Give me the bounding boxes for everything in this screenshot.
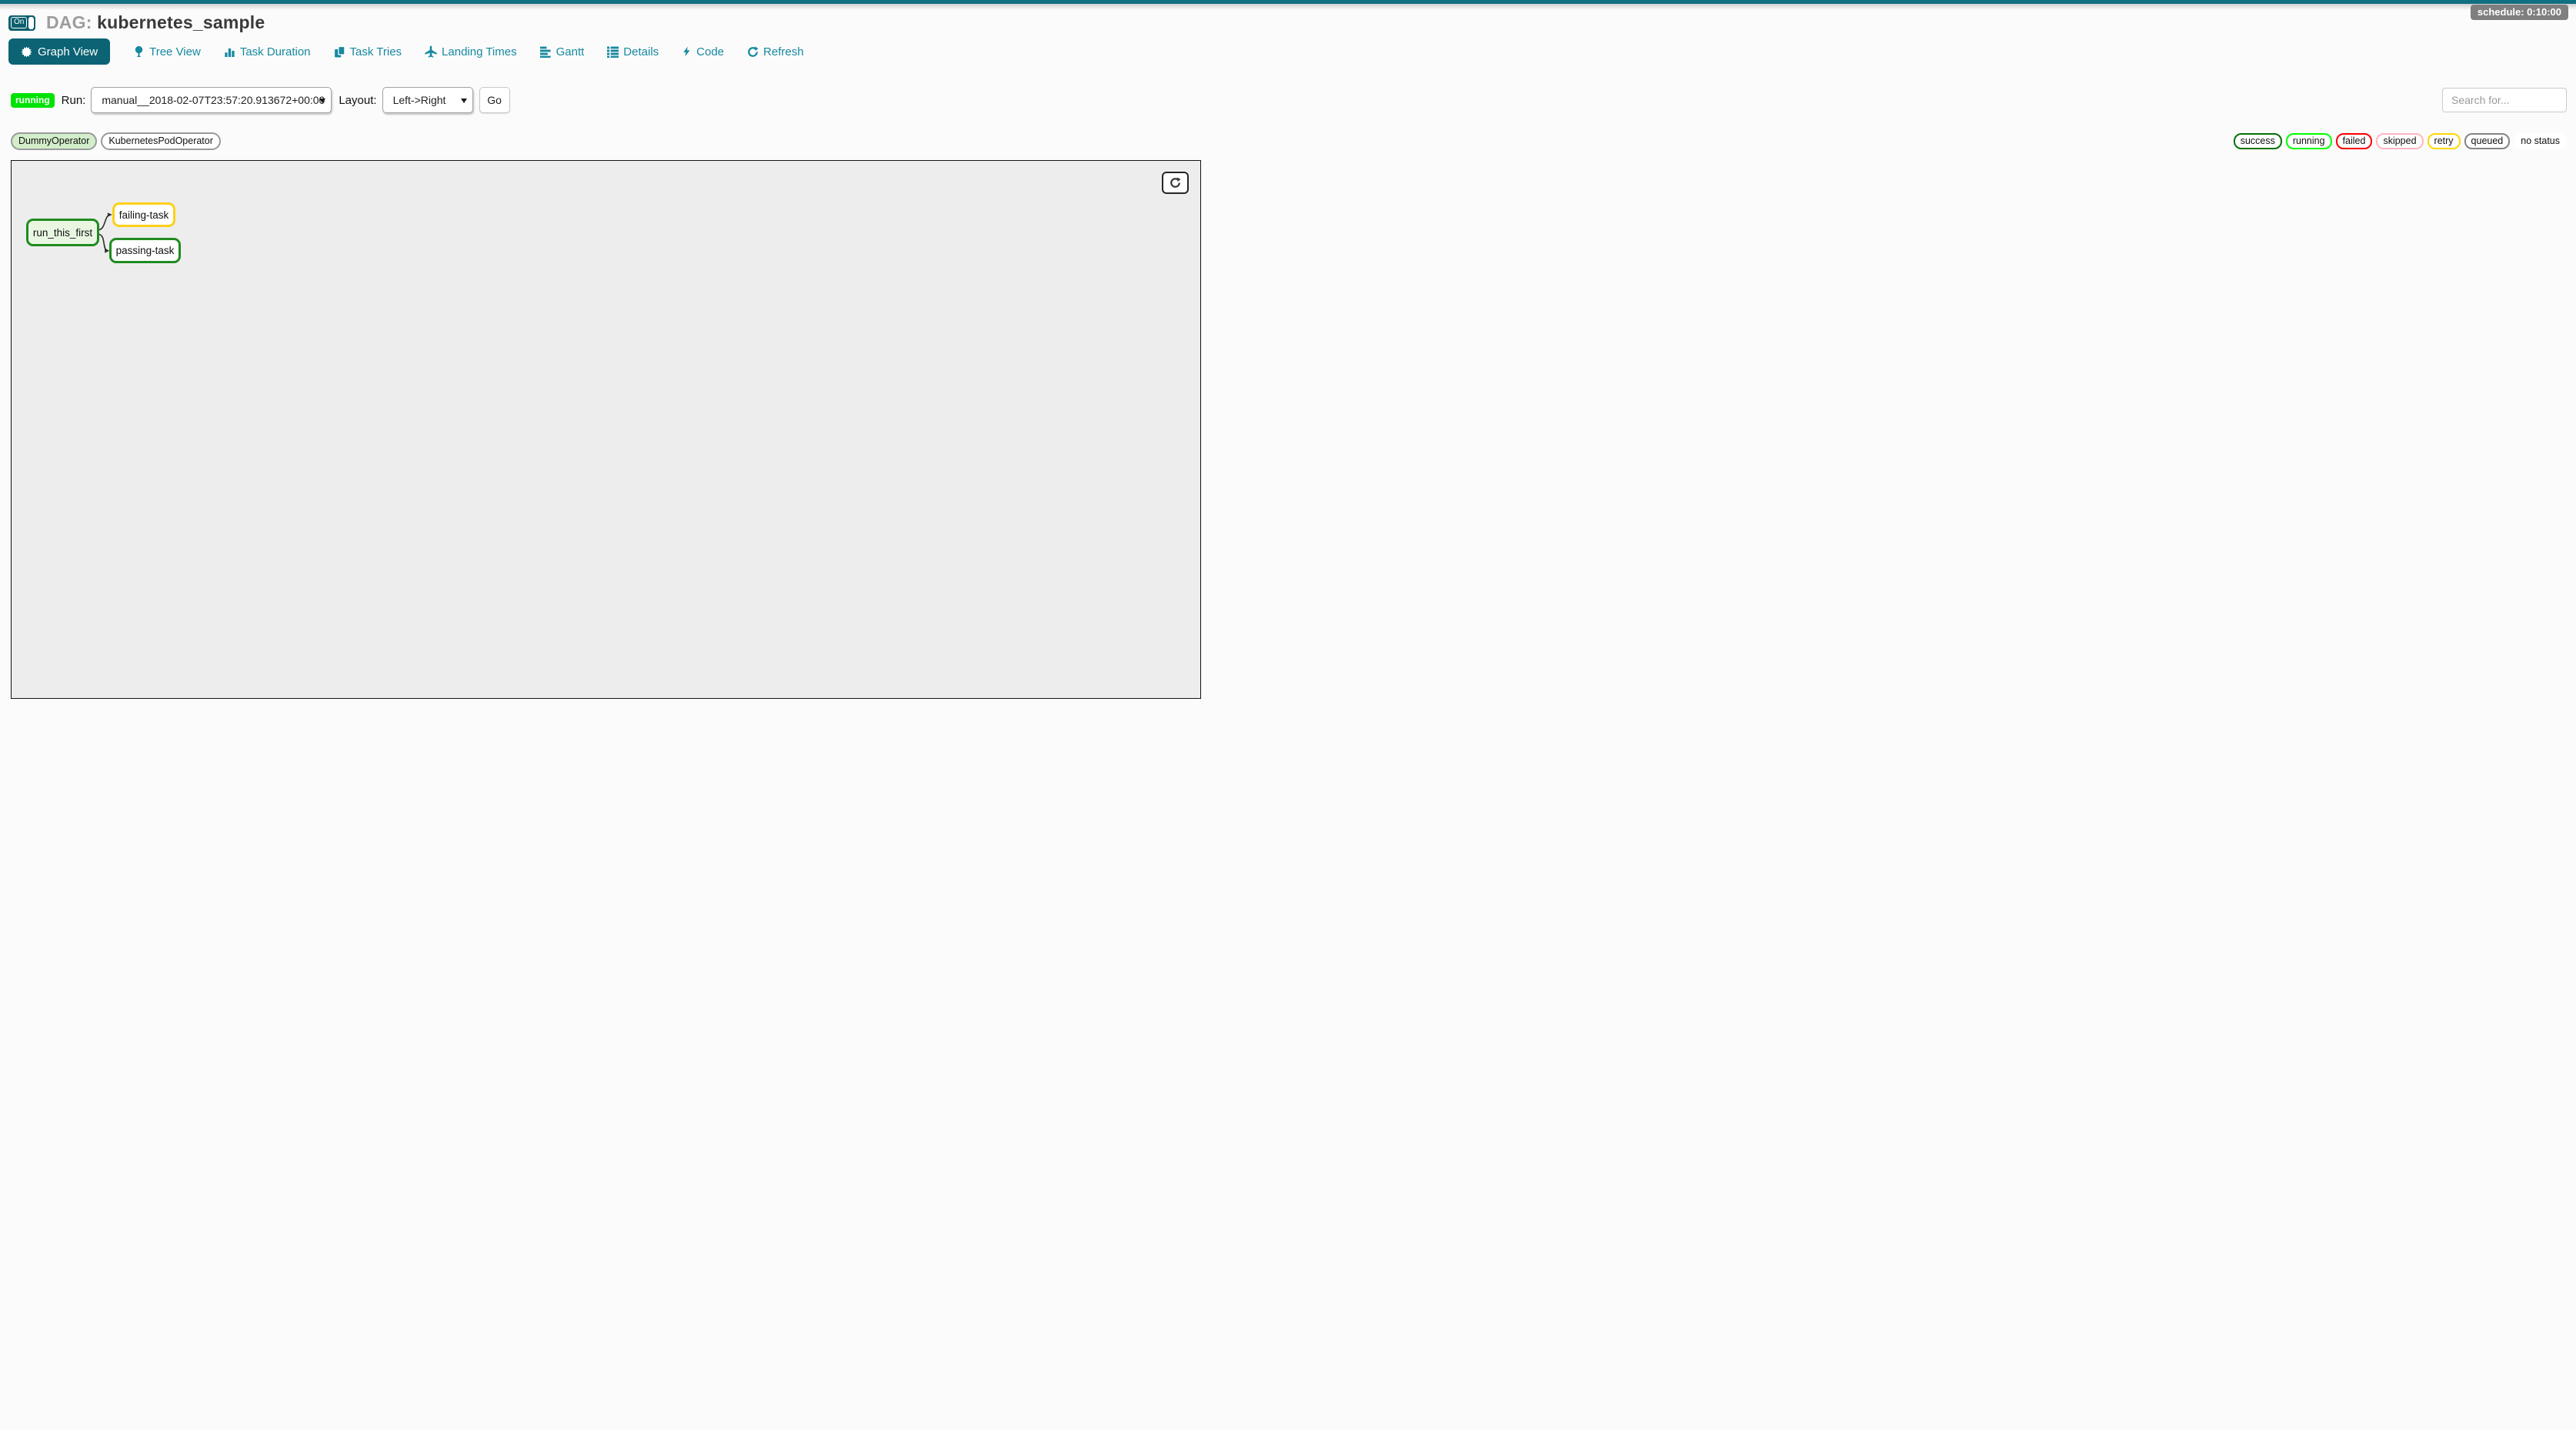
tab-refresh[interactable]: Refresh [747, 45, 804, 58]
tab-label: Refresh [763, 45, 804, 58]
bar-chart-icon [224, 46, 235, 58]
layout-select[interactable]: Left->Right [382, 87, 473, 113]
edge-arrowhead [108, 212, 112, 216]
tab-label: Task Tries [350, 45, 402, 58]
tab-tree-view[interactable]: Tree View [133, 45, 201, 58]
top-bar-shadow [0, 4, 2576, 10]
dag-state-badge: running [11, 93, 55, 108]
status-legend: success running failed skipped retry que… [2234, 133, 2567, 149]
tab-label: Landing Times [442, 45, 517, 58]
tab-label: Code [696, 45, 724, 58]
status-badge-no-status: no status [2514, 133, 2567, 149]
tab-landing-times[interactable]: Landing Times [425, 45, 517, 58]
dag-graph-canvas[interactable]: run_this_first failing-task passing-task [11, 160, 1201, 699]
graph-refresh-button[interactable] [1162, 172, 1189, 194]
tab-gantt[interactable]: Gantt [540, 45, 585, 58]
schedule-badge: schedule: 0:10:00 [2471, 5, 2568, 20]
align-left-icon [540, 46, 552, 58]
status-badge-queued: queued [2464, 133, 2511, 149]
task-node-passing-task[interactable]: passing-task [109, 238, 181, 263]
edge-run-this-first-to-failing-task [99, 215, 109, 229]
run-controls: running Run: manual__2018-02-07T23:57:20… [11, 87, 2567, 113]
toggle-on-label: On [11, 17, 27, 28]
dag-on-off-toggle[interactable]: On [8, 15, 35, 31]
plane-icon [425, 45, 437, 58]
dag-header: On DAG: kubernetes_sample [8, 12, 265, 33]
task-node-run-this-first[interactable]: run_this_first [26, 219, 99, 246]
sunburst-icon [21, 46, 32, 58]
dag-edges [12, 161, 1200, 698]
tab-label: Graph View [38, 45, 98, 58]
search-input[interactable] [2442, 88, 2567, 112]
status-badge-running: running [2286, 133, 2332, 149]
edge-run-this-first-to-passing-task [99, 235, 107, 251]
operator-legend: DummyOperator KubernetesPodOperator [11, 132, 221, 150]
list-icon [607, 46, 619, 58]
tab-task-tries[interactable]: Task Tries [334, 45, 402, 58]
run-select-value: manual__2018-02-07T23:57:20.913672+00:00 [102, 94, 325, 106]
task-node-failing-task[interactable]: failing-task [112, 202, 175, 227]
go-button[interactable]: Go [479, 87, 510, 113]
legend: DummyOperator KubernetesPodOperator succ… [11, 132, 2567, 150]
bolt-icon [682, 45, 692, 58]
documents-icon [334, 46, 345, 58]
tree-icon [133, 45, 145, 58]
dag-title-prefix: DAG: [46, 12, 92, 32]
view-nav: Graph View Tree View Task Duration Task … [8, 38, 804, 65]
page-title: DAG: kubernetes_sample [46, 12, 265, 33]
tab-label: Details [623, 45, 659, 58]
run-label: Run: [62, 94, 86, 107]
status-badge-success: success [2234, 133, 2282, 149]
status-badge-retry: retry [2428, 133, 2461, 149]
status-badge-failed: failed [2336, 133, 2373, 149]
refresh-icon [747, 46, 759, 58]
tab-label: Gantt [556, 45, 585, 58]
toggle-knob[interactable] [28, 17, 34, 29]
caret-down-icon [319, 99, 325, 103]
tab-label: Task Duration [240, 45, 311, 58]
caret-down-icon [461, 99, 467, 103]
layout-label: Layout: [339, 94, 376, 107]
operator-badge: DummyOperator [11, 132, 97, 150]
refresh-icon [1170, 177, 1181, 189]
tab-code[interactable]: Code [682, 45, 724, 58]
layout-select-value: Left->Right [393, 94, 446, 106]
tab-details[interactable]: Details [607, 45, 659, 58]
status-badge-skipped: skipped [2376, 133, 2423, 149]
tab-task-duration[interactable]: Task Duration [224, 45, 311, 58]
tab-graph-view[interactable]: Graph View [8, 38, 110, 65]
tab-label: Tree View [149, 45, 201, 58]
dag-title-name: kubernetes_sample [97, 12, 265, 32]
operator-badge: KubernetesPodOperator [101, 132, 221, 150]
run-select[interactable]: manual__2018-02-07T23:57:20.913672+00:00 [91, 87, 332, 113]
